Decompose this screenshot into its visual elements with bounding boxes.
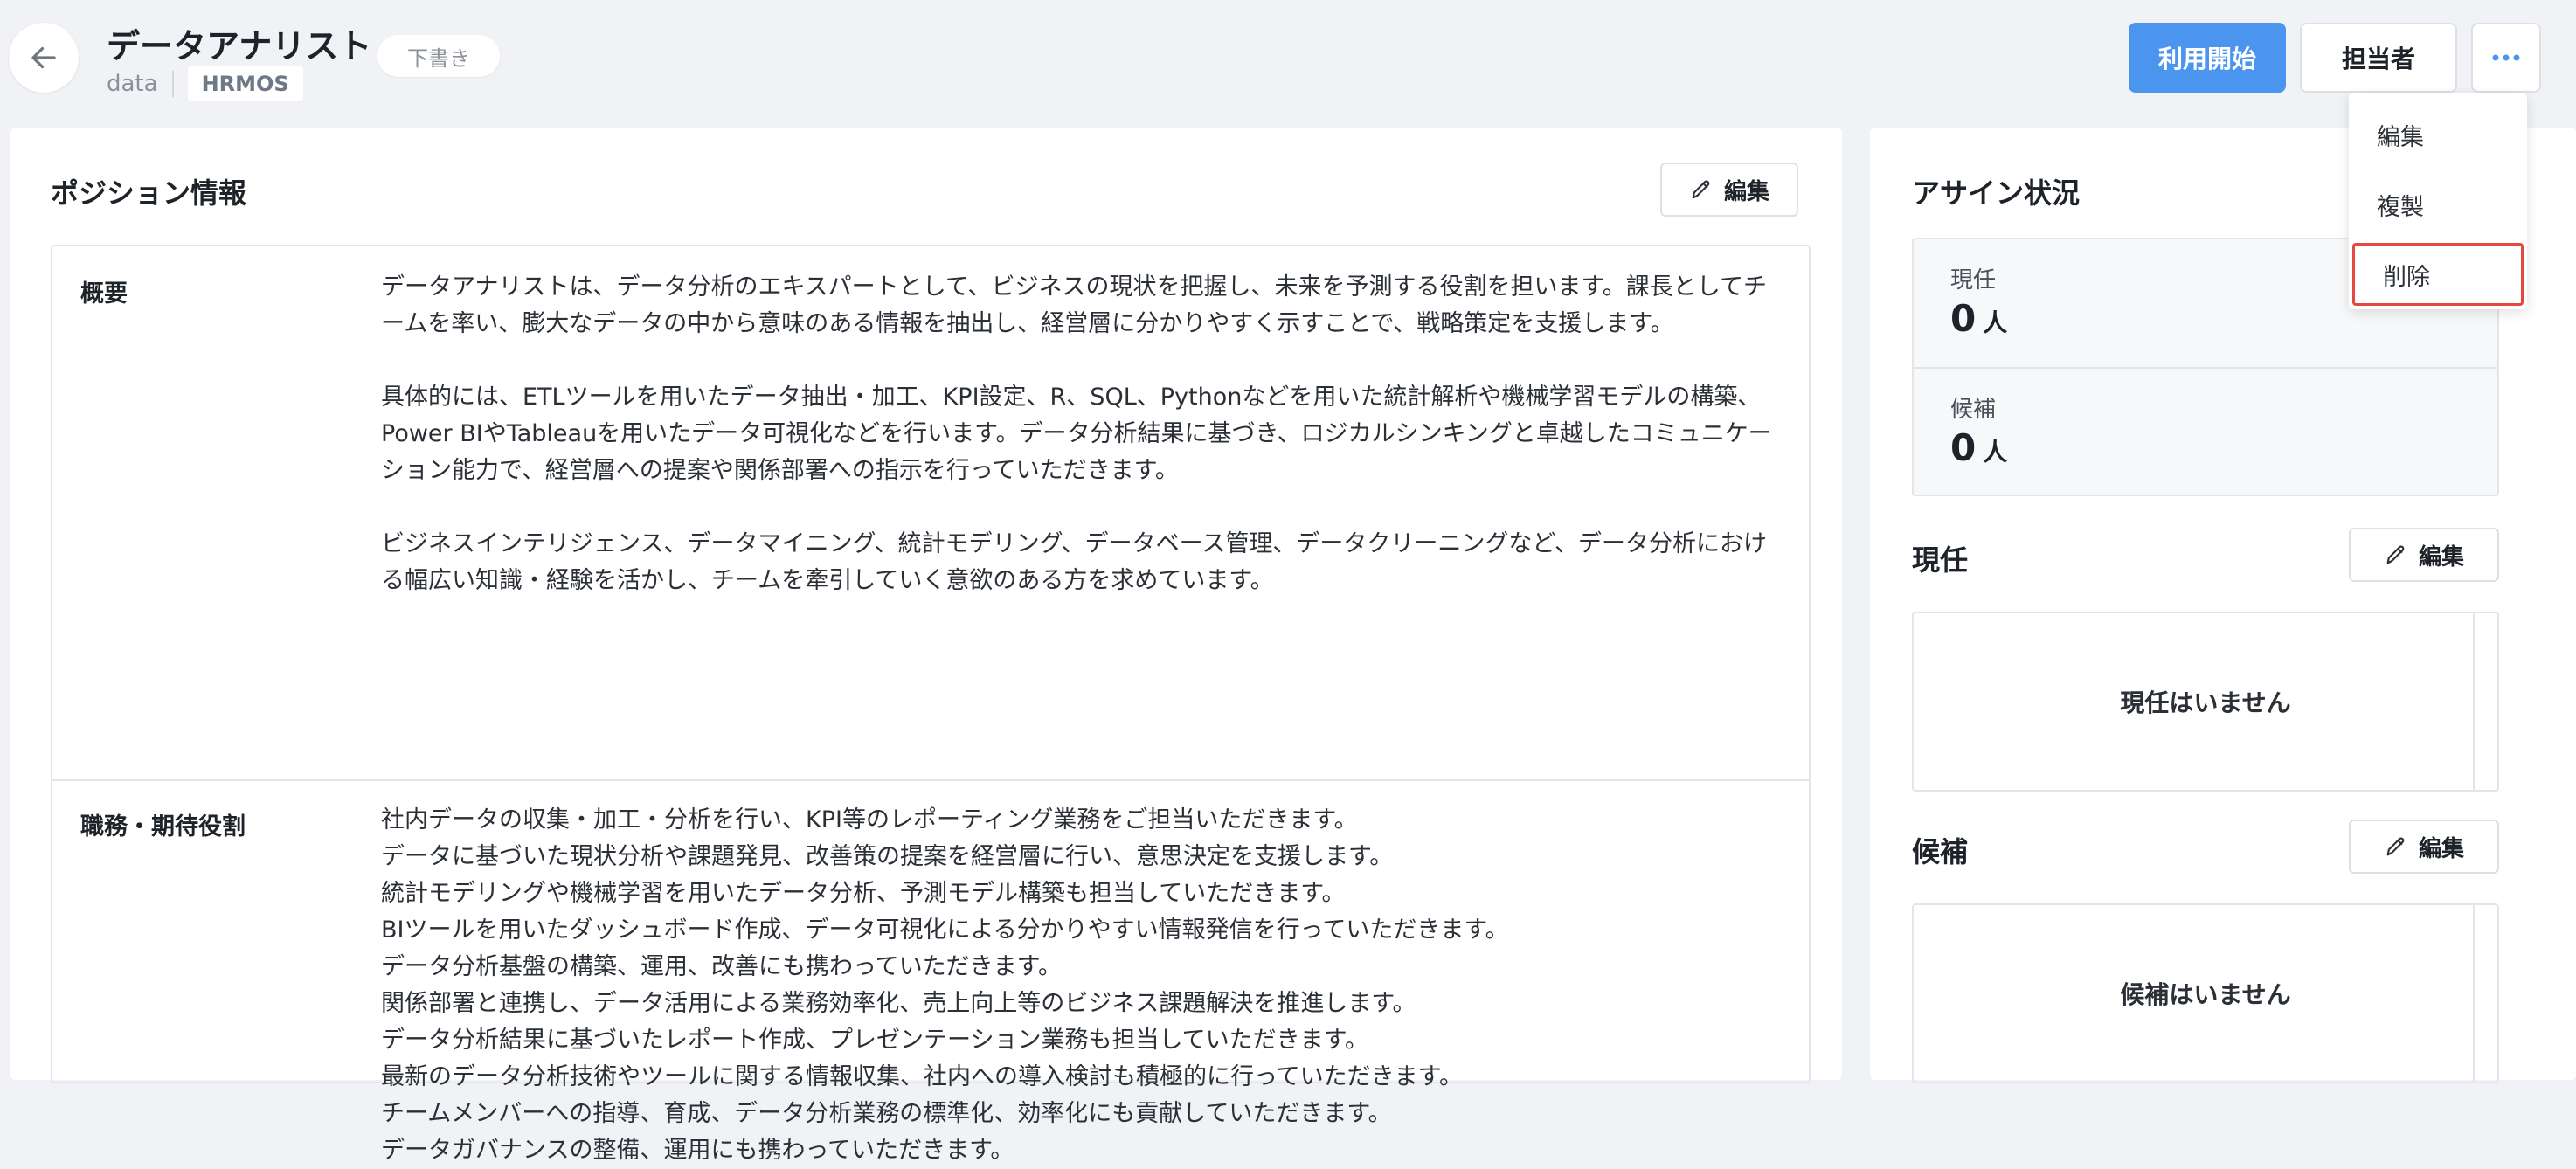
back-button[interactable] <box>9 23 79 93</box>
more-options-button[interactable] <box>2471 23 2541 93</box>
scrollbar[interactable] <box>2473 613 2475 790</box>
arrow-left-icon <box>31 46 56 69</box>
candidate-stat-value: 0人 <box>1950 426 2007 469</box>
summary-paragraph: ビジネスインテリジェンス、データマイニング、統計モデリング、データベース管理、デ… <box>381 530 1767 594</box>
position-info-table: 概要 データアナリストは、データ分析のエキスパートとして、ビジネスの現状を把握し… <box>51 245 1811 1164</box>
candidate-empty-box: 候補はいません <box>1912 903 2499 1083</box>
candidate-section-title: 候補 <box>1912 835 1969 868</box>
duty-item: 関係部署と連携し、データ活用による業務効率化、売上向上等のビジネス課題解決を推進… <box>381 990 1416 1017</box>
duty-item: データ分析結果に基づいたレポート作成、プレゼンテーション業務も担当していただきま… <box>381 1027 1368 1054</box>
current-count: 0 <box>1950 297 1977 340</box>
page-title: データアナリスト <box>107 27 372 66</box>
assignee-button[interactable]: 担当者 <box>2300 23 2457 93</box>
duty-item: チームメンバーへの指導、育成、データ分析業務の標準化、効率化にも貢献していただき… <box>381 1100 1392 1127</box>
position-info-title: ポジション情報 <box>51 176 247 210</box>
duty-item: 統計モデリングや機械学習を用いたデータ分析、予測モデル構築も担当していただきます… <box>381 880 1346 907</box>
summary-label: 概要 <box>80 280 128 308</box>
position-edit-button[interactable]: 編集 <box>1660 163 1798 217</box>
more-options-menu: 編集 複製 削除 <box>2349 93 2527 309</box>
current-edit-label: 編集 <box>2418 543 2464 571</box>
status-badge: 下書き <box>377 35 500 77</box>
menu-item-delete[interactable]: 削除 <box>2352 243 2524 306</box>
summary-paragraph: データアナリストは、データ分析のエキスパートとして、ビジネスの現状を把握し、未来… <box>381 273 1767 337</box>
menu-item-edit[interactable]: 編集 <box>2349 103 2527 166</box>
candidate-empty-text: 候補はいません <box>2120 980 2291 1009</box>
scrollbar[interactable] <box>2473 905 2475 1082</box>
position-info-card: ポジション情報 編集 概要 データアナリストは、データ分析のエキスパートとして、… <box>10 128 1842 1164</box>
tag-hrmos: HRMOS <box>187 66 303 101</box>
current-stat-label: 現任 <box>1950 267 1997 294</box>
current-edit-button[interactable]: 編集 <box>2349 528 2499 582</box>
meta-divider <box>171 71 174 97</box>
candidate-edit-button[interactable]: 編集 <box>2349 820 2499 874</box>
assignment-title: アサイン状況 <box>1912 176 2081 210</box>
row-divider <box>52 779 1809 781</box>
candidate-count: 0 <box>1950 426 1977 469</box>
more-horizontal-icon <box>2492 54 2520 61</box>
duty-item: データガバナンスの整備、運用にも携わっていただきます。 <box>381 1137 1014 1164</box>
candidate-edit-label: 編集 <box>2418 835 2464 862</box>
duty-item: データ分析基盤の構築、運用、改善にも携わっていただきます。 <box>381 953 1062 980</box>
duties-list: 社内データの収集・加工・分析を行い、KPI等のレポーティング業務をご担当いただき… <box>381 802 1781 1169</box>
duty-item: 社内データの収集・加工・分析を行い、KPI等のレポーティング業務をご担当いただき… <box>381 806 1358 834</box>
current-empty-box: 現任はいません <box>1912 612 2499 792</box>
current-section-title: 現任 <box>1912 543 1969 577</box>
pencil-icon <box>1692 180 1710 199</box>
meta-row: data HRMOS <box>107 66 303 101</box>
current-empty-text: 現任はいません <box>2120 688 2291 717</box>
candidate-unit: 人 <box>1983 438 2008 467</box>
current-stat-value: 0人 <box>1950 297 2007 340</box>
summary-text: データアナリストは、データ分析のエキスパートとして、ビジネスの現状を把握し、未来… <box>381 269 1781 599</box>
duty-item: 最新のデータ分析技術やツールに関する情報収集、社内への導入検討も積極的に行ってい… <box>381 1063 1463 1090</box>
pencil-icon <box>2386 545 2405 564</box>
candidate-stat-label: 候補 <box>1950 397 1997 423</box>
duty-item: データに基づいた現状分析や課題発見、改善策の提案を経営層に行い、意思決定を支援し… <box>381 843 1394 870</box>
current-unit: 人 <box>1983 308 2008 337</box>
duty-item: BIツールを用いたダッシュボード作成、データ可視化による分かりやすい情報発信を行… <box>381 917 1509 944</box>
pencil-icon <box>2386 837 2405 856</box>
summary-paragraph: 具体的には、ETLツールを用いたデータ抽出・加工、KPI設定、R、SQL、Pyt… <box>381 384 1772 484</box>
menu-item-duplicate[interactable]: 複製 <box>2349 173 2527 236</box>
start-use-button[interactable]: 利用開始 <box>2129 23 2286 93</box>
stat-divider <box>1914 367 2497 369</box>
position-edit-label: 編集 <box>1723 178 1769 205</box>
meta-text: data <box>107 71 158 97</box>
duties-label: 職務・期待役割 <box>80 813 246 840</box>
